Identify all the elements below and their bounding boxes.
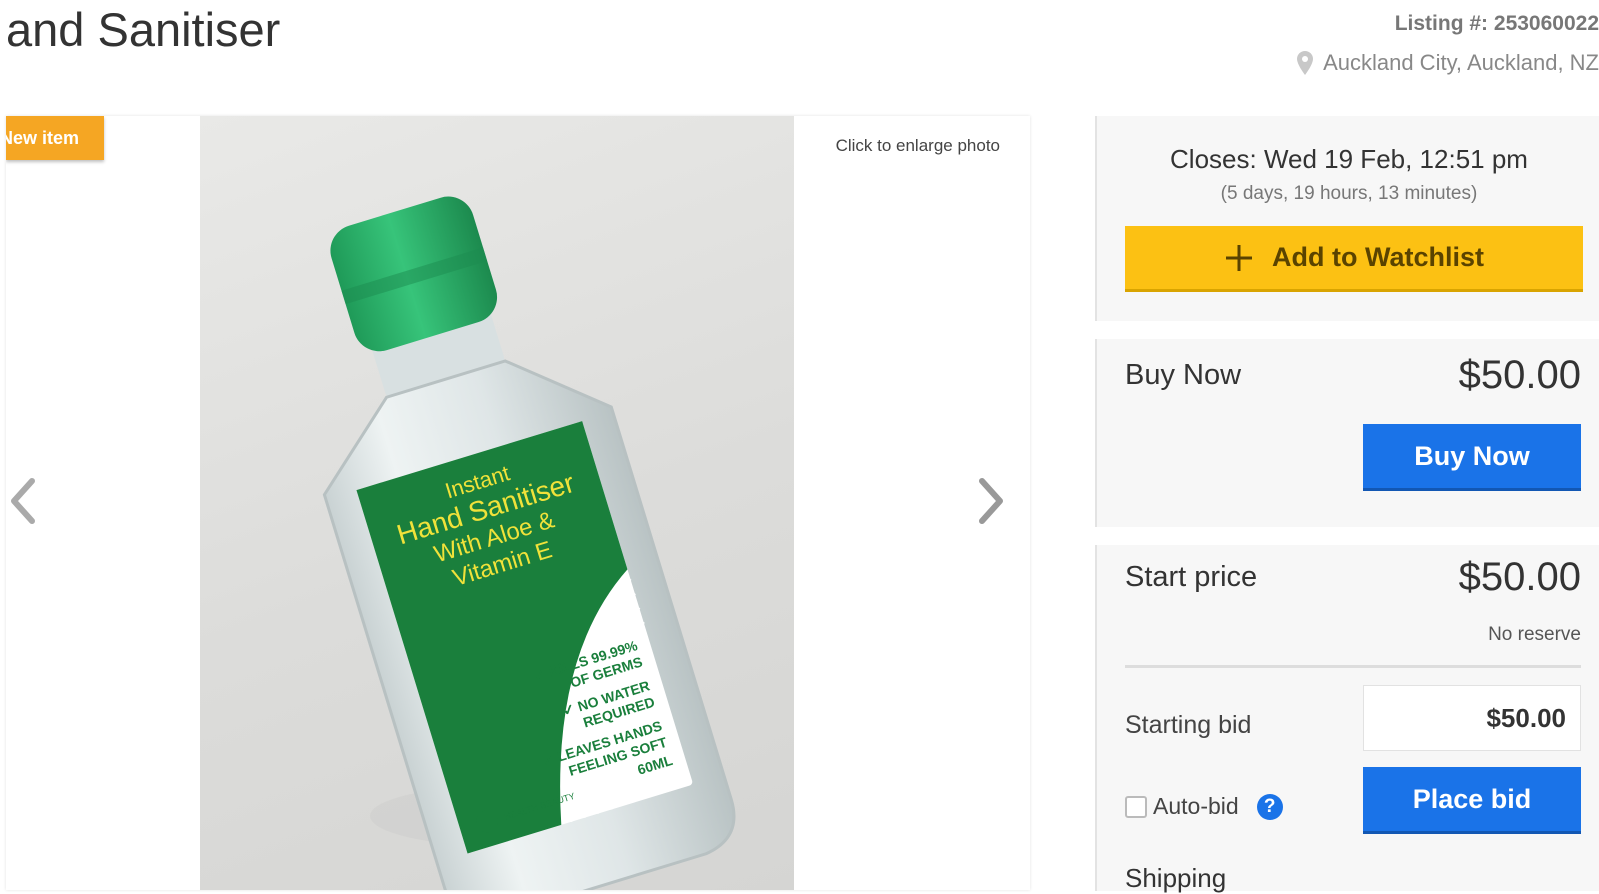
- watchlist-label: Add to Watchlist: [1272, 242, 1484, 272]
- chevron-right-icon[interactable]: [970, 471, 1010, 531]
- shipping-section-label: Shipping: [1125, 863, 1227, 893]
- help-icon[interactable]: ?: [1256, 793, 1283, 820]
- start-price-label: Start price: [1125, 561, 1258, 593]
- time-remaining: (5 days, 19 hours, 13 minutes): [1220, 183, 1478, 204]
- autobid-checkbox[interactable]: [1125, 795, 1147, 818]
- buy-now-label: Buy Now: [1125, 359, 1242, 391]
- location-text: Auckland City, Auckland, NZ: [1323, 50, 1599, 75]
- closing-time: Closes: Wed 19 Feb, 12:51 pm: [1170, 144, 1528, 174]
- new-item-badge: New item: [6, 116, 104, 160]
- product-photo[interactable]: Instant Hand Sanitiser With Aloe & Vitam…: [200, 116, 794, 890]
- buy-now-panel: Buy Now $50.00 Buy Now: [1095, 339, 1599, 527]
- place-bid-button[interactable]: Place bid: [1363, 767, 1581, 834]
- divider: [1125, 665, 1581, 668]
- autobid-option: Auto-bid ?: [1125, 793, 1283, 820]
- bid-amount-input[interactable]: [1363, 685, 1581, 751]
- listing-number: Listing #: 253060022: [1394, 12, 1599, 35]
- autobid-label: Auto-bid: [1153, 793, 1239, 819]
- closing-panel: Closes: Wed 19 Feb, 12:51 pm (5 days, 19…: [1095, 116, 1599, 321]
- enlarge-photo-link[interactable]: Click to enlarge photo: [836, 136, 1000, 156]
- location-pin-icon: [1297, 51, 1314, 75]
- sanitiser-bottle-image: Instant Hand Sanitiser With Aloe & Vitam…: [322, 196, 736, 890]
- bidding-panel: Start price $50.00 No reserve Starting b…: [1095, 545, 1599, 893]
- reserve-note: No reserve: [1488, 624, 1581, 645]
- chevron-left-icon[interactable]: [6, 471, 46, 531]
- buy-now-button[interactable]: Buy Now: [1363, 424, 1581, 491]
- location: Auckland City, Auckland, NZ: [1297, 50, 1599, 76]
- add-to-watchlist-button[interactable]: Add to Watchlist: [1125, 226, 1583, 292]
- photo-gallery: New item Click to enlarge photo Instant …: [6, 116, 1030, 890]
- buy-now-price: $50.00: [1458, 353, 1581, 397]
- start-price-value: $50.00: [1458, 555, 1581, 599]
- starting-bid-label: Starting bid: [1125, 711, 1252, 739]
- page-title: and Sanitiser: [6, 3, 281, 56]
- plus-icon: [1226, 244, 1252, 271]
